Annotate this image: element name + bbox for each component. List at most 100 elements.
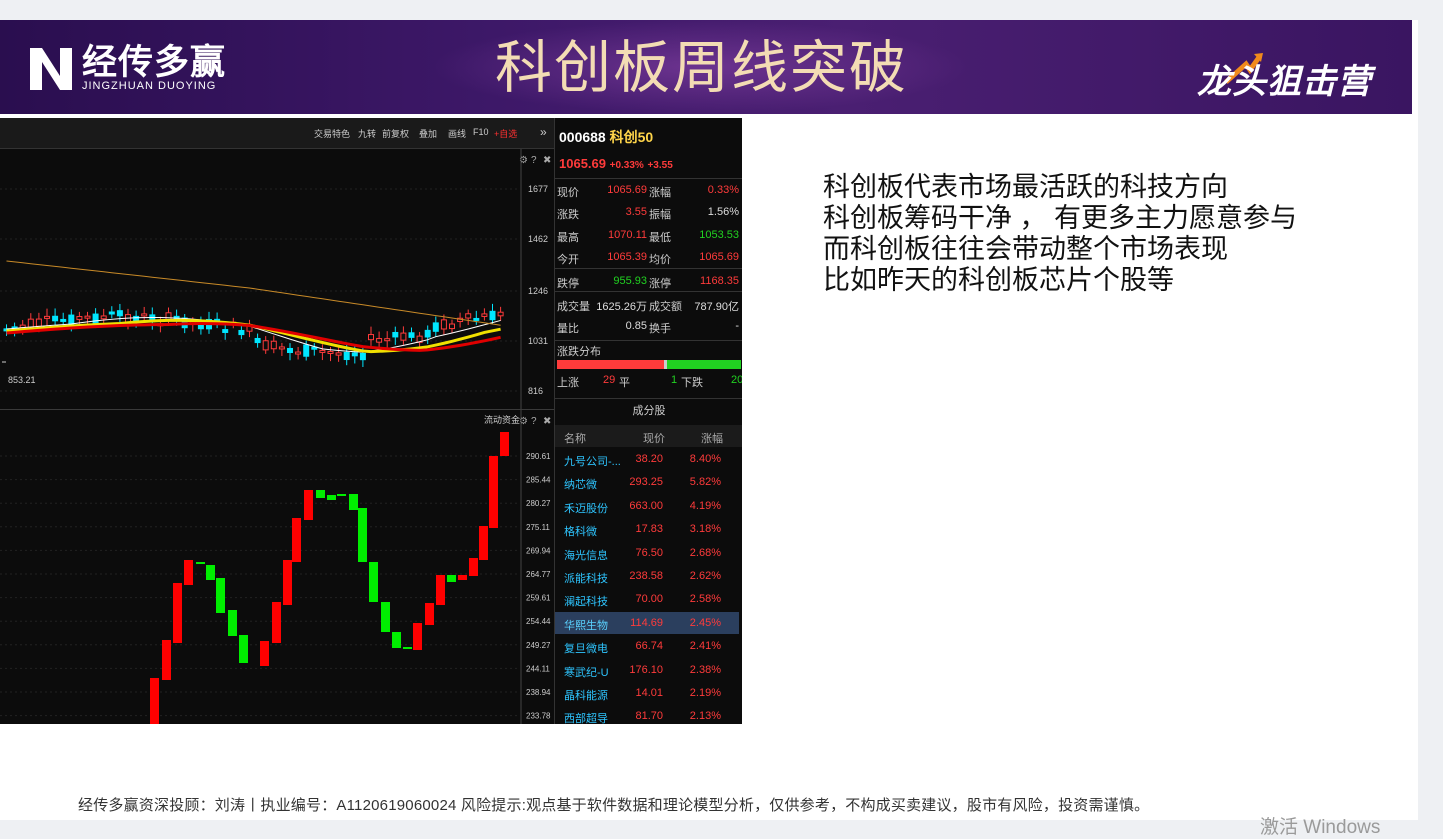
inflow-bar: [436, 575, 445, 605]
toolbar-f10[interactable]: F10: [473, 127, 489, 137]
constituent-row[interactable]: 澜起科技 70.00 2.58%: [555, 588, 739, 610]
stock-change: 2.19%: [689, 687, 721, 699]
constituent-row[interactable]: 晶科能源 14.01 2.19%: [555, 682, 739, 704]
outflow-bar: [447, 575, 456, 582]
quote-label: 成交量: [557, 301, 590, 313]
candle: [116, 310, 123, 317]
candle: [319, 349, 326, 353]
candle: [92, 313, 99, 324]
logo-text: 经传多赢: [82, 43, 227, 82]
stock-name: 晶科能源: [564, 690, 608, 702]
index-code: 000688: [559, 129, 606, 145]
outflow-bar: [206, 565, 215, 580]
stock-name: 禾迈股份: [564, 502, 608, 515]
change-value: +3.55: [647, 160, 673, 171]
help-icon[interactable]: ?: [531, 416, 537, 427]
toolbar-adjust[interactable]: 前复权: [382, 127, 409, 140]
stock-price: 293.25: [629, 476, 663, 489]
toolbar-draw[interactable]: 画线: [448, 127, 466, 140]
outflow-bar: [381, 602, 390, 632]
candle: [368, 334, 374, 341]
quote-row: 量比 0.85 换手 -: [555, 316, 742, 338]
y-tick-label: 290.61: [526, 452, 551, 461]
col-change[interactable]: 涨幅: [701, 430, 723, 446]
quote-label: 均价: [649, 254, 671, 266]
constituent-row[interactable]: 纳芯微 293.25 5.82%: [555, 471, 739, 493]
col-price[interactable]: 现价: [643, 430, 665, 446]
window-edge: [1418, 20, 1443, 820]
constituent-row[interactable]: 派能科技 238.58 2.62%: [555, 565, 739, 587]
toolbar-overlay[interactable]: 叠加: [419, 127, 437, 140]
stock-name: 华熙生物: [564, 619, 608, 632]
outflow-bar: [228, 610, 237, 636]
candle: [141, 313, 148, 317]
inflow-bar: [479, 526, 488, 560]
constituent-row[interactable]: 华熙生物 114.69 2.45%: [555, 611, 739, 634]
up-share-bar: [557, 360, 664, 369]
close-icon[interactable]: ✖: [543, 416, 551, 427]
outflow-bar: [403, 647, 412, 649]
close-icon[interactable]: ✖: [543, 155, 551, 166]
kline-chart[interactable]: ⚙ ? ✖ 1677 1462 1246 1031 816 853.21: [0, 149, 554, 409]
constituent-row[interactable]: 复旦微电 66.74 2.41%: [555, 635, 739, 657]
quote-panel: 000688 科创50 1065.69 +0.33% +3.55 现价 1065.…: [554, 118, 742, 724]
stock-name: 派能科技: [564, 573, 608, 585]
candle: [497, 311, 504, 317]
help-icon[interactable]: ?: [531, 155, 537, 166]
candle: [449, 323, 455, 330]
current-price: 1065.69: [559, 156, 606, 171]
constituent-row[interactable]: 九号公司-... 38.20 8.40%: [555, 448, 739, 470]
down-label: 下跌: [681, 377, 703, 389]
col-name[interactable]: 名称: [564, 430, 586, 446]
toolbar-nine-turn[interactable]: 九转: [358, 127, 376, 140]
constituent-row[interactable]: 禾迈股份 663.00 4.19%: [555, 495, 739, 517]
quote-value: 0.85: [625, 320, 647, 332]
stock-price: 176.10: [629, 663, 663, 676]
chart-toolbar: 交易特色 九转 前复权 叠加 画线 F10 +自选 »: [0, 118, 554, 149]
trading-panel: 交易特色 九转 前复权 叠加 画线 F10 +自选 » ⚙ ? ✖ 1677 14…: [0, 118, 742, 724]
candle: [303, 344, 310, 357]
candle: [287, 347, 293, 353]
y-tick-label: 1677: [528, 184, 548, 194]
inflow-bar: [304, 490, 313, 520]
stock-name: 复旦微电: [564, 643, 608, 656]
y-tick-label: 264.77: [526, 570, 551, 579]
candle: [335, 352, 342, 356]
candle: [76, 316, 83, 321]
divider: [555, 268, 742, 269]
toolbar-more-icon[interactable]: »: [540, 125, 547, 139]
candle: [384, 338, 391, 342]
y-tick-label: 1246: [528, 286, 548, 296]
constituent-row[interactable]: 寒武纪-U 176.10 2.38%: [555, 659, 739, 681]
divider: [555, 398, 742, 399]
stock-name: 纳芯微: [564, 479, 597, 492]
outflow-bar: [316, 490, 325, 498]
y-tick-label: 249.27: [526, 641, 551, 650]
y-tick-label: 285.44: [526, 476, 551, 485]
toolbar-trade-feature[interactable]: 交易特色: [314, 127, 350, 140]
quote-label: 现价: [557, 187, 579, 199]
y-tick-label: 259.61: [526, 594, 551, 603]
constituent-row[interactable]: 海光信息 76.50 2.68%: [555, 542, 739, 564]
settings-icon[interactable]: ⚙: [519, 416, 528, 427]
y-tick-label: 233.78: [526, 712, 551, 721]
constituent-row[interactable]: 西部超导 81.70 2.13%: [555, 705, 739, 724]
ma-orange-line: [6, 260, 501, 326]
distribution-bar: [557, 360, 741, 369]
settings-icon[interactable]: ⚙: [519, 155, 528, 166]
windows-watermark: 激活 Windows: [1260, 817, 1381, 838]
inflow-bar: [413, 623, 422, 650]
toolbar-add-watchlist[interactable]: +自选: [494, 127, 517, 140]
stock-change: 5.82%: [689, 476, 721, 489]
y-tick-label: 244.11: [526, 664, 550, 673]
y-tick-label: 1462: [528, 234, 548, 244]
outflow-bar: [349, 494, 358, 510]
outflow-bar: [337, 494, 346, 496]
constituent-row[interactable]: 格科微 17.83 3.18%: [555, 518, 739, 540]
y-tick-label: 238.94: [526, 688, 551, 697]
capital-flow-chart[interactable]: 流动资金 ⚙ ? ✖ 290.61 285.44 280.27 275.11 269.9…: [0, 409, 554, 724]
candle: [278, 346, 285, 350]
candle: [60, 318, 67, 322]
candle: [408, 332, 415, 338]
stock-price: 114.69: [630, 616, 663, 629]
